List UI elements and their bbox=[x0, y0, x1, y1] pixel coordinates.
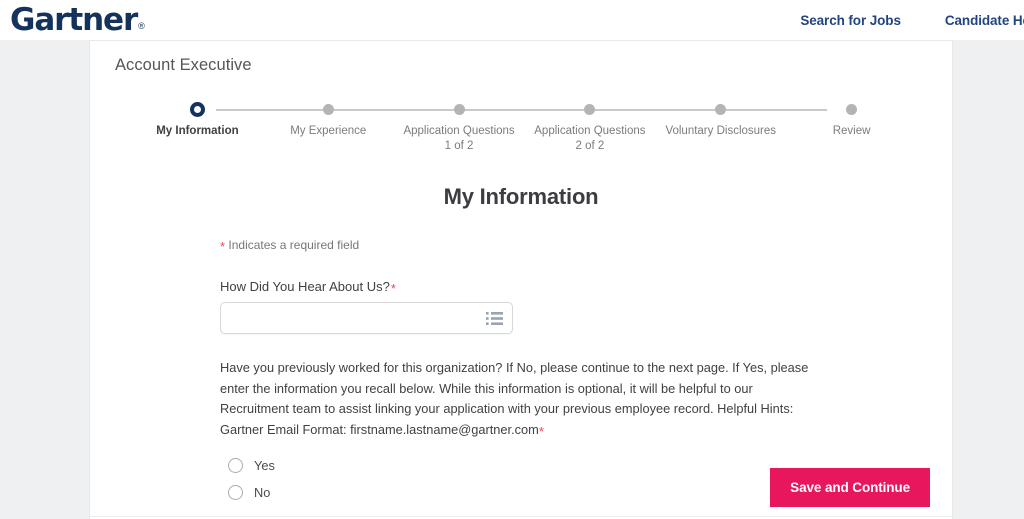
required-field-note: * Indicates a required field bbox=[220, 238, 912, 254]
how-did-you-hear-label: How Did You Hear About Us?* bbox=[220, 279, 912, 296]
section-divider bbox=[90, 516, 952, 517]
step-application-questions-1[interactable]: Application Questions 1 of 2 bbox=[394, 102, 525, 154]
footer-actions: Save and Continue bbox=[770, 468, 930, 507]
save-and-continue-button[interactable]: Save and Continue bbox=[770, 468, 930, 507]
radio-label: Yes bbox=[254, 458, 275, 473]
radio-circle-icon[interactable] bbox=[228, 485, 243, 500]
step-my-information[interactable]: My Information bbox=[132, 102, 263, 154]
step-label: Application Questions 1 of 2 bbox=[403, 125, 515, 152]
how-did-you-hear-label-text: How Did You Hear About Us? bbox=[220, 279, 390, 294]
step-label: My Information bbox=[156, 125, 239, 137]
step-dot-icon bbox=[846, 104, 858, 115]
required-asterisk-icon: * bbox=[390, 281, 396, 296]
step-label: Application Questions 2 of 2 bbox=[534, 125, 646, 152]
radio-circle-icon[interactable] bbox=[228, 458, 243, 473]
step-application-questions-2[interactable]: Application Questions 2 of 2 bbox=[524, 102, 655, 154]
list-icon[interactable] bbox=[486, 311, 503, 326]
required-asterisk-icon: * bbox=[220, 239, 226, 254]
required-asterisk-icon: * bbox=[538, 423, 544, 439]
step-dot-icon bbox=[453, 104, 465, 115]
page-title: Account Executive bbox=[115, 56, 252, 74]
registered-trademark-icon: ® bbox=[138, 21, 145, 31]
radio-label: No bbox=[254, 485, 271, 500]
prior-employment-question-text: Have you previously worked for this orga… bbox=[220, 360, 809, 437]
step-dot-icon bbox=[715, 104, 727, 115]
page-body: Account Executive My Information My Expe… bbox=[0, 41, 1024, 519]
step-label: Voluntary Disclosures bbox=[665, 125, 777, 137]
how-did-you-hear-input[interactable] bbox=[220, 302, 513, 334]
header-nav: Search for Jobs Candidate Home bbox=[800, 0, 1024, 41]
step-label: My Experience bbox=[290, 125, 367, 137]
step-label: Review bbox=[832, 125, 871, 137]
step-review[interactable]: Review bbox=[786, 102, 917, 154]
step-dot-icon bbox=[322, 104, 334, 115]
application-card: Account Executive My Information My Expe… bbox=[90, 41, 952, 519]
required-note-text: Indicates a required field bbox=[228, 238, 360, 252]
step-voluntary-disclosures[interactable]: Voluntary Disclosures bbox=[655, 102, 786, 154]
nav-link-search-for-jobs[interactable]: Search for Jobs bbox=[800, 13, 901, 28]
gartner-logo[interactable]: Gartner ® bbox=[0, 4, 145, 36]
progress-steps: My Information My Experience Application… bbox=[132, 102, 917, 158]
nav-link-candidate-home[interactable]: Candidate Home bbox=[945, 13, 1024, 28]
logo-wordmark: Gartner bbox=[10, 2, 138, 38]
step-my-experience[interactable]: My Experience bbox=[263, 102, 394, 154]
site-header: Gartner ® Search for Jobs Candidate Home bbox=[0, 0, 1024, 41]
step-dot-icon bbox=[584, 104, 596, 115]
form-heading: My Information bbox=[443, 184, 599, 209]
step-dot-icon bbox=[189, 102, 205, 117]
prior-employment-question: Have you previously worked for this orga… bbox=[220, 358, 812, 440]
